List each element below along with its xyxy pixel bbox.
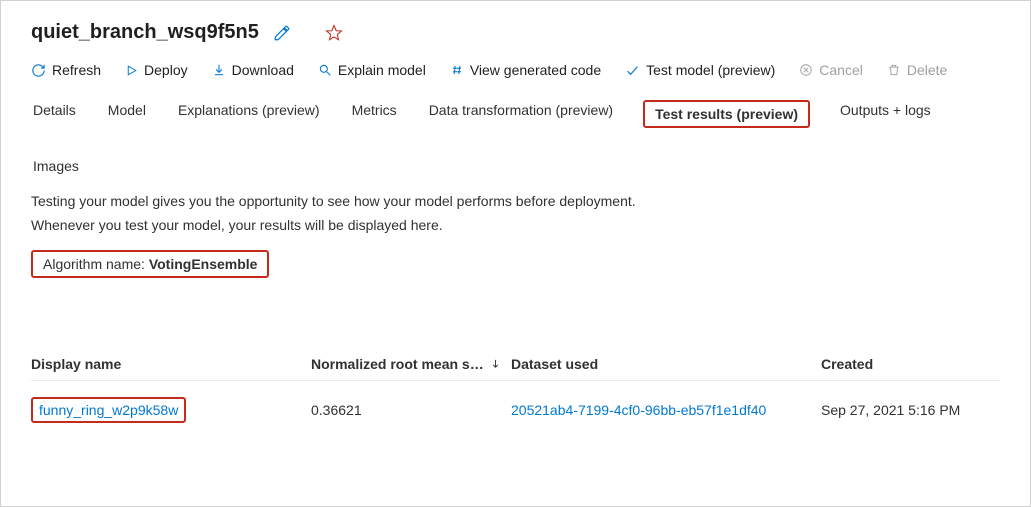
search-icon bbox=[318, 63, 332, 77]
tab-test-results[interactable]: Test results (preview) bbox=[643, 100, 810, 128]
col-metric-label: Normalized root mean s… bbox=[311, 356, 484, 372]
row-created: Sep 27, 2021 5:16 PM bbox=[821, 402, 1001, 418]
algorithm-name-row: Algorithm name: VotingEnsemble bbox=[31, 250, 1000, 278]
edit-icon[interactable] bbox=[273, 24, 291, 42]
tabs: Details Model Explanations (preview) Met… bbox=[31, 100, 1000, 176]
tab-outputs[interactable]: Outputs + logs bbox=[838, 100, 933, 128]
table-row: funny_ring_w2p9k58w 0.36621 20521ab4-719… bbox=[31, 381, 1000, 439]
title-row: quiet_branch_wsq9f5n5 bbox=[31, 21, 1000, 44]
results-table: Display name Normalized root mean s… Dat… bbox=[31, 348, 1000, 439]
play-icon bbox=[125, 64, 138, 77]
deploy-button[interactable]: Deploy bbox=[125, 62, 188, 78]
toolbar: Refresh Deploy Download Explain model Vi… bbox=[31, 62, 1000, 78]
description: Testing your model gives you the opportu… bbox=[31, 190, 1000, 238]
explain-label: Explain model bbox=[338, 62, 426, 78]
delete-label: Delete bbox=[907, 62, 947, 78]
col-dataset[interactable]: Dataset used bbox=[511, 356, 821, 372]
check-icon bbox=[625, 63, 640, 78]
trash-icon bbox=[887, 63, 901, 77]
row-display-name-link[interactable]: funny_ring_w2p9k58w bbox=[31, 397, 186, 423]
testmodel-label: Test model (preview) bbox=[646, 62, 775, 78]
star-icon[interactable] bbox=[325, 24, 343, 42]
tab-details[interactable]: Details bbox=[31, 100, 78, 128]
viewcode-button[interactable]: View generated code bbox=[450, 62, 601, 78]
testmodel-button[interactable]: Test model (preview) bbox=[625, 62, 775, 78]
delete-button: Delete bbox=[887, 62, 947, 78]
cancel-icon bbox=[799, 63, 813, 77]
page-title: quiet_branch_wsq9f5n5 bbox=[31, 21, 259, 44]
tab-data-transformation[interactable]: Data transformation (preview) bbox=[427, 100, 615, 128]
col-metric[interactable]: Normalized root mean s… bbox=[311, 356, 511, 372]
algorithm-value: VotingEnsemble bbox=[149, 256, 258, 272]
tab-metrics[interactable]: Metrics bbox=[350, 100, 399, 128]
table-header: Display name Normalized root mean s… Dat… bbox=[31, 348, 1000, 381]
deploy-label: Deploy bbox=[144, 62, 188, 78]
arrow-down-icon bbox=[490, 358, 501, 369]
description-line-1: Testing your model gives you the opportu… bbox=[31, 190, 1000, 214]
download-label: Download bbox=[232, 62, 294, 78]
row-metric: 0.36621 bbox=[311, 402, 511, 418]
explain-button[interactable]: Explain model bbox=[318, 62, 426, 78]
description-line-2: Whenever you test your model, your resul… bbox=[31, 214, 1000, 238]
refresh-icon bbox=[31, 63, 46, 78]
download-button[interactable]: Download bbox=[212, 62, 294, 78]
download-icon bbox=[212, 63, 226, 77]
col-display-name[interactable]: Display name bbox=[31, 356, 311, 372]
refresh-label: Refresh bbox=[52, 62, 101, 78]
hash-icon bbox=[450, 63, 464, 77]
tab-images[interactable]: Images bbox=[31, 156, 81, 176]
cancel-button: Cancel bbox=[799, 62, 863, 78]
cancel-label: Cancel bbox=[819, 62, 863, 78]
col-created[interactable]: Created bbox=[821, 356, 1001, 372]
row-dataset-link[interactable]: 20521ab4-7199-4cf0-96bb-eb57f1e1df40 bbox=[511, 402, 821, 418]
tab-model[interactable]: Model bbox=[106, 100, 148, 128]
viewcode-label: View generated code bbox=[470, 62, 601, 78]
refresh-button[interactable]: Refresh bbox=[31, 62, 101, 78]
tab-explanations[interactable]: Explanations (preview) bbox=[176, 100, 322, 128]
algorithm-label: Algorithm name: bbox=[43, 256, 149, 272]
